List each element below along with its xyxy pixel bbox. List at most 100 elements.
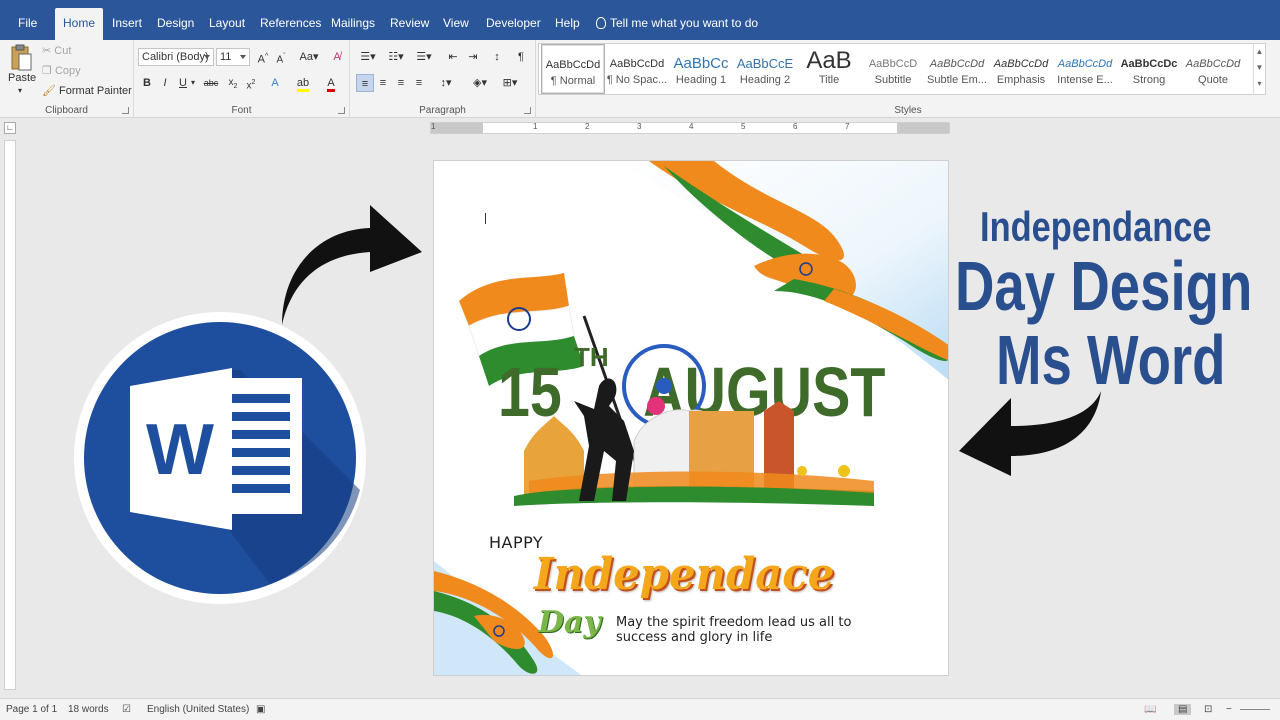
increase-indent-icon[interactable]: ⇥ (464, 48, 482, 66)
bold-button[interactable]: B (138, 74, 156, 92)
format-painter-button[interactable]: 🖌 Format Painter (42, 84, 132, 97)
text-effects-icon[interactable]: A (266, 74, 284, 92)
style-heading-1[interactable]: AaBbCc Heading 1 (669, 44, 733, 94)
subscript-button[interactable]: x2 (224, 74, 242, 92)
curved-arrow-right-icon (282, 205, 422, 325)
ruler-number: 1 (431, 122, 436, 131)
decrease-indent-icon[interactable]: ⇤ (444, 48, 462, 66)
word-logo (74, 312, 366, 604)
tab-developer[interactable]: Developer (478, 8, 549, 40)
ruler-number: 3 (637, 122, 642, 131)
clipboard-launcher-icon[interactable] (122, 107, 129, 114)
style-quote[interactable]: AaBbCcDd Quote (1181, 44, 1245, 94)
style-name: Emphasis (996, 74, 1046, 86)
style-sample: AaBbCcDd (545, 59, 601, 71)
strikethrough-button[interactable]: abc (200, 74, 222, 92)
font-launcher-icon[interactable] (338, 107, 345, 114)
style-strong[interactable]: AaBbCcDc Strong (1117, 44, 1181, 94)
change-case-button[interactable]: Aa▾ (296, 48, 322, 66)
read-mode-icon[interactable]: 📖 (1144, 704, 1156, 715)
styles-group-label: Styles (894, 105, 922, 116)
proofing-icon[interactable]: ☑ (122, 704, 131, 715)
web-layout-icon[interactable]: ⊡ (1204, 704, 1212, 715)
multilevel-list-icon[interactable]: ☰▾ (412, 48, 436, 66)
underline-dropdown-icon[interactable]: ▾ (188, 74, 198, 92)
tab-mailings[interactable]: Mailings (323, 8, 383, 40)
page-count[interactable]: Page 1 of 1 (6, 704, 57, 715)
cut-button[interactable]: ✂ Cut (42, 44, 71, 57)
bullets-icon[interactable]: ☰▾ (356, 48, 380, 66)
font-name-select[interactable]: Calibri (Body) (138, 48, 214, 66)
ruler-right-margin (897, 123, 949, 133)
paste-dropdown-icon[interactable]: ▾ (18, 86, 22, 95)
align-center-icon[interactable]: ≡ (374, 74, 392, 92)
style-intense-emphasis[interactable]: AaBbCcDd Intense E... (1053, 44, 1117, 94)
chevron-down-icon[interactable]: ▼ (1254, 60, 1265, 76)
italic-button[interactable]: I (156, 74, 174, 92)
tab-file[interactable]: File (10, 8, 45, 40)
horizontal-ruler[interactable]: 1 1 2 3 4 5 6 7 (430, 122, 950, 134)
zoom-out-icon[interactable]: − (1226, 704, 1232, 715)
print-layout-icon[interactable]: ▤ (1174, 704, 1192, 715)
style-subtle-emphasis[interactable]: AaBbCcDd Subtle Em... (925, 44, 989, 94)
style-heading-2[interactable]: AaBbCcE Heading 2 (733, 44, 797, 94)
style-subtitle[interactable]: AaBbCcD Subtitle (861, 44, 925, 94)
clear-formatting-icon[interactable]: A̸ (328, 48, 346, 66)
curved-arrow-left-icon (959, 391, 1101, 476)
document-page[interactable]: 15 TH AUGUST HAPPY Independace Day May t… (433, 160, 949, 676)
style-name: ¶ Normal (550, 75, 596, 87)
justify-icon[interactable]: ≡ (410, 74, 428, 92)
show-formatting-icon[interactable]: ¶ (512, 48, 530, 66)
line-spacing-icon[interactable]: ↕▾ (434, 74, 458, 92)
scissors-icon: ✂ (42, 45, 52, 57)
clipboard-group-label: Clipboard (45, 105, 88, 116)
tab-selector[interactable]: ∟ (4, 122, 16, 134)
tab-design[interactable]: Design (149, 8, 202, 40)
style-name: ¶ No Spac... (606, 74, 668, 86)
highlight-color-button[interactable]: ab (294, 74, 312, 92)
more-styles-icon[interactable]: ▾ (1254, 76, 1265, 92)
shrink-font-button[interactable]: Aˇ (272, 48, 290, 66)
font-size-select[interactable]: 11 (216, 48, 250, 66)
grow-font-button[interactable]: A^ (254, 48, 272, 66)
tell-me-search[interactable]: Tell me what you want to do (596, 8, 758, 38)
format-painter-label: Format Painter (59, 85, 132, 97)
styles-gallery-scroll[interactable]: ▲ ▼ ▾ (1253, 44, 1265, 94)
borders-icon[interactable]: ⊞▾ (498, 74, 522, 92)
font-group: Calibri (Body) 11 A^ Aˇ Aa▾ A̸ B I U ▾ a… (134, 40, 350, 118)
style-emphasis[interactable]: AaBbCcDd Emphasis (989, 44, 1053, 94)
font-color-button[interactable]: A (322, 74, 340, 92)
numbering-icon[interactable]: ☷▾ (384, 48, 408, 66)
ruler-number: 7 (845, 122, 850, 131)
style-no-spacing[interactable]: AaBbCcDd ¶ No Spac... (605, 44, 669, 94)
chevron-up-icon[interactable]: ▲ (1254, 44, 1265, 60)
tab-view[interactable]: View (435, 8, 477, 40)
tab-help[interactable]: Help (547, 8, 588, 40)
tab-review[interactable]: Review (382, 8, 437, 40)
vertical-ruler[interactable] (4, 140, 16, 690)
macro-record-icon[interactable]: ▣ (256, 704, 265, 715)
clipboard-group: Paste ▾ ✂ Cut ❐ Copy 🖌 Format Painter Cl… (0, 40, 134, 118)
tab-references[interactable]: References (252, 8, 329, 40)
tab-insert[interactable]: Insert (104, 8, 150, 40)
superscript-button[interactable]: x2 (242, 74, 260, 92)
tab-home[interactable]: Home (55, 8, 104, 40)
sort-icon[interactable]: ↕ (488, 48, 506, 66)
style-name: Intense E... (1057, 74, 1113, 86)
align-left-icon[interactable]: ≡ (356, 74, 374, 92)
style-name: Title (818, 74, 840, 86)
paragraph-launcher-icon[interactable] (524, 107, 531, 114)
align-right-icon[interactable]: ≡ (392, 74, 410, 92)
paste-button[interactable]: Paste ▾ (6, 42, 36, 98)
style-sample: AaBbCcDd (1057, 58, 1113, 70)
shading-icon[interactable]: ◈▾ (468, 74, 492, 92)
copy-button[interactable]: ❐ Copy (42, 64, 81, 77)
tab-layout[interactable]: Layout (201, 8, 253, 40)
word-count[interactable]: 18 words (68, 704, 109, 715)
language-indicator[interactable]: English (United States) (147, 704, 249, 715)
style-normal[interactable]: AaBbCcDd ¶ Normal (541, 44, 605, 94)
zoom-slider[interactable] (1240, 709, 1270, 710)
font-name-value: Calibri (Body) (142, 51, 209, 63)
style-title[interactable]: AaB Title (797, 44, 861, 94)
font-size-value: 11 (220, 51, 232, 63)
